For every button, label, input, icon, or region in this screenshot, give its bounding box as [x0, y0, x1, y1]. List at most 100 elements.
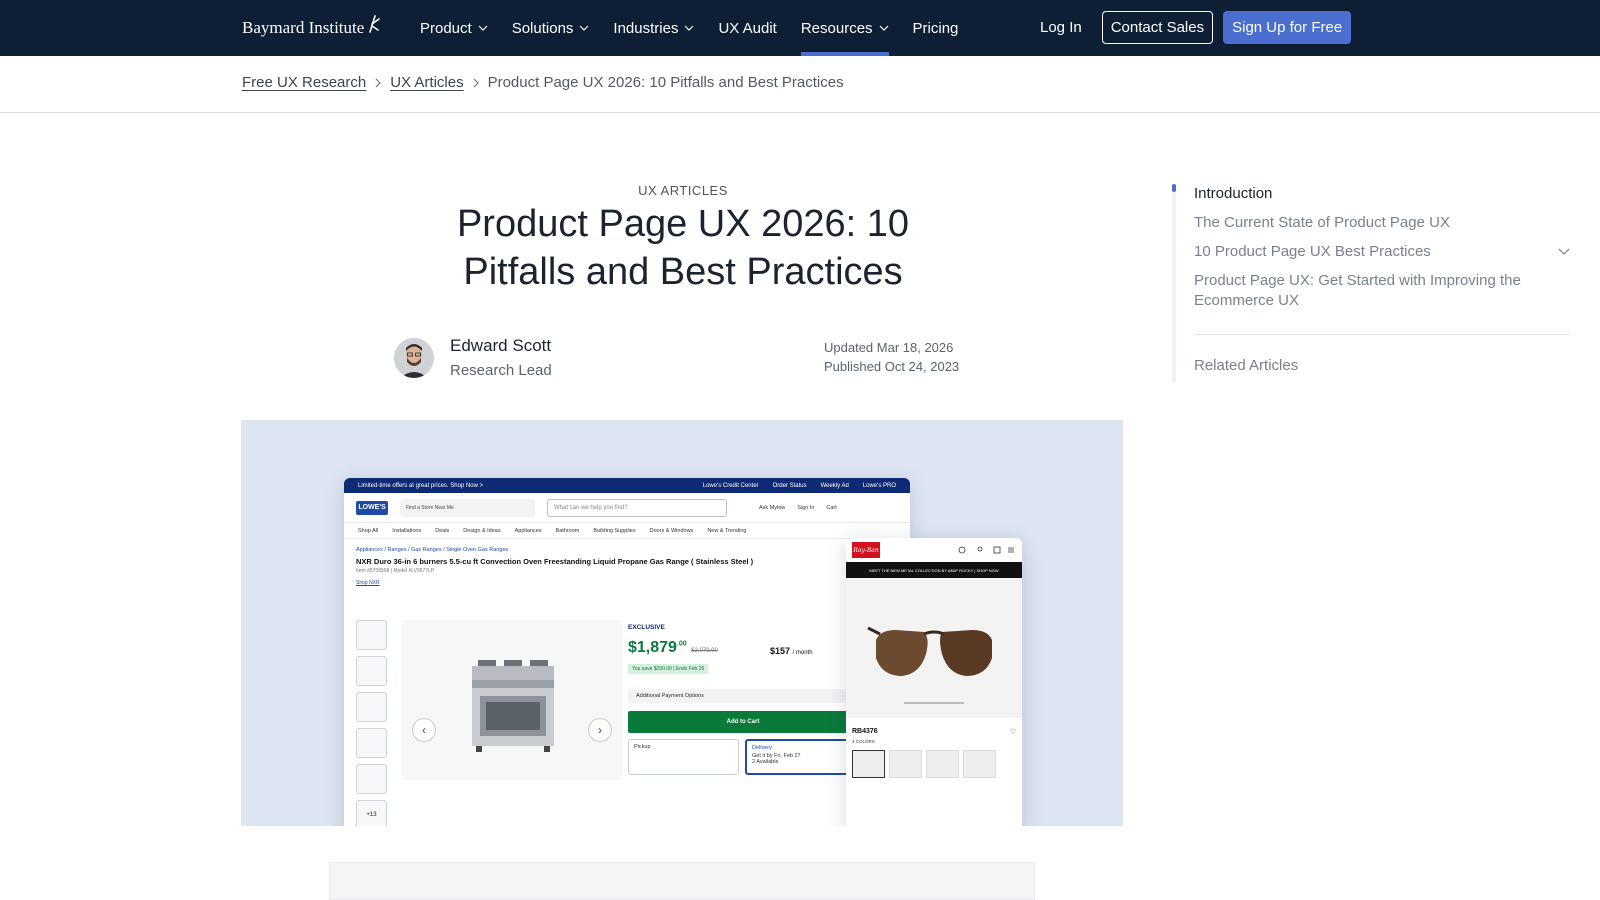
announcement-bar: Limited-time offers at great prices. Sho…: [344, 478, 910, 493]
heart-icon: ♡: [1009, 729, 1016, 736]
baymard-logo[interactable]: Baymard Institute: [242, 15, 381, 41]
login-link[interactable]: Log In: [1040, 19, 1092, 36]
subnav-item: Bathroom: [555, 527, 580, 534]
chevron-down-icon: [685, 25, 694, 31]
retailer-subnav: Shop All Installations Deals Design & Id…: [344, 523, 910, 539]
subnav-item: Shop All: [358, 527, 379, 534]
nav-pricing-label: Pricing: [912, 19, 959, 37]
price-cents: .00: [676, 640, 687, 648]
chevron-down-icon: [879, 25, 888, 31]
mobile-header-icons: [958, 546, 1014, 554]
retailer-product-meta: Item #5709568 | Model #LV3677LP: [356, 568, 435, 574]
breadcrumb-bar: Free UX Research UX Articles Product Pag…: [0, 56, 1600, 113]
more-thumbnails: +13: [356, 800, 387, 826]
nav-resources-label: Resources: [800, 19, 873, 37]
color-swatches: [846, 744, 1022, 784]
chevron-down-icon: [478, 25, 488, 31]
monthly-value: $157: [770, 646, 791, 656]
table-of-contents: Introduction The Current State of Produc…: [1194, 184, 1570, 320]
breadcrumb-link-ux-articles[interactable]: UX Articles: [390, 74, 463, 91]
title-line-1: Product Page UX 2026: 10: [456, 203, 910, 245]
toc-item-get-started[interactable]: Product Page UX: Get Started with Improv…: [1194, 271, 1570, 311]
main-nav: Product Solutions Industries UX Audit Re…: [408, 0, 970, 56]
breadcrumb-link-free-ux-research[interactable]: Free UX Research: [242, 74, 366, 91]
mobile-product-page-screenshot: Ray-Ban MEET THE NEW METAL COLLECTION BY…: [846, 538, 1022, 826]
chevron-right-icon: [375, 78, 382, 87]
delivery-availability: 2 Available: [752, 759, 779, 765]
gallery-prev-icon: ‹: [412, 718, 436, 742]
header-actions: Log In Contact Sales Sign Up for Free: [1040, 11, 1352, 44]
color-swatch: [963, 750, 996, 778]
nav-pricing[interactable]: Pricing: [901, 0, 971, 56]
toc-progress-indicator: [1172, 184, 1176, 192]
delivery-option: Delivery Get it by Fri, Feb 27 2 Availab…: [745, 739, 858, 775]
author-name[interactable]: Edward Scott: [450, 336, 552, 356]
toc-item-current-state[interactable]: The Current State of Product Page UX: [1194, 213, 1570, 233]
payment-options: Additional Payment Options: [628, 689, 858, 703]
author-role: Research Lead: [450, 362, 552, 379]
rayban-logo: Ray-Ban: [852, 542, 880, 558]
updated-date: Updated Mar 18, 2026: [824, 340, 954, 355]
retailer-product-name: NXR Duro 36-in 6 burners 5.5-cu ft Conve…: [356, 557, 754, 566]
toc-related-articles[interactable]: Related Articles: [1194, 357, 1298, 374]
nav-solutions[interactable]: Solutions: [500, 0, 602, 56]
nav-ux-audit-label: UX Audit: [718, 19, 777, 37]
signup-button[interactable]: Sign Up for Free: [1223, 11, 1352, 44]
toc-item-introduction[interactable]: Introduction: [1194, 184, 1570, 204]
retailer-shop-link: Shop NXR: [356, 580, 380, 586]
retailer-header: LOWE'S Find a Store Near Me What can we …: [344, 493, 910, 523]
announcement-text: Limited-time offers at great prices. Sho…: [358, 482, 484, 489]
content-block-preview: [329, 862, 1035, 900]
breadcrumb: Free UX Research UX Articles Product Pag…: [242, 74, 844, 91]
monthly-unit: / month: [792, 650, 813, 656]
subnav-item: Appliances: [514, 527, 542, 534]
author-block[interactable]: Edward Scott Research Lead: [394, 336, 552, 379]
price-value: $1,879: [628, 639, 677, 656]
article-dates: Updated Mar 18, 2026 Published Oct 24, 2…: [824, 338, 959, 376]
retailer-link: Sign In: [797, 504, 815, 511]
retailer-link: Cart: [826, 504, 837, 511]
product-sku: RB4376 ♡: [846, 718, 1022, 739]
top-navigation-bar: Baymard Institute Product Solutions Indu…: [0, 0, 1600, 56]
sku-text: RB4376: [852, 728, 878, 735]
toc-item-best-practices[interactable]: 10 Product Page UX Best Practices: [1194, 242, 1570, 262]
breadcrumb-current: Product Page UX 2026: 10 Pitfalls and Be…: [487, 74, 844, 91]
toc-item-best-practices-label: 10 Product Page UX Best Practices: [1194, 243, 1431, 260]
page-title: Product Page UX 2026: 10 Pitfalls and Be…: [242, 200, 1124, 296]
nav-product-label: Product: [420, 19, 472, 37]
toc-divider: [1194, 334, 1570, 335]
nav-product[interactable]: Product: [408, 0, 500, 56]
hero-image: Limited-time offers at great prices. Sho…: [241, 420, 1123, 826]
mobile-header: Ray-Ban: [846, 538, 1022, 562]
nav-resources[interactable]: Resources: [789, 0, 901, 56]
announcement-link: Order Status: [772, 482, 807, 489]
published-date: Published Oct 24, 2023: [824, 359, 960, 374]
thumbnail: [356, 656, 387, 686]
sunglasses-icon: [867, 626, 992, 704]
exclusive-label: EXCLUSIVE: [628, 624, 665, 631]
contact-sales-button[interactable]: Contact Sales: [1101, 11, 1214, 44]
retailer-breadcrumb: Appliances / Ranges / Gas Ranges / Singl…: [356, 547, 509, 553]
color-swatch: [926, 750, 959, 778]
subnav-item: Doors & Windows: [649, 527, 694, 534]
nav-ux-audit[interactable]: UX Audit: [706, 0, 788, 56]
subnav-item: Building Supplies: [593, 527, 636, 534]
title-line-2: Pitfalls and Best Practices: [463, 251, 903, 293]
chevron-down-icon[interactable]: [1558, 247, 1570, 257]
thumbnail: [356, 692, 387, 722]
gallery-next-icon: ›: [588, 718, 612, 742]
article-category[interactable]: UX ARTICLES: [242, 183, 1124, 198]
subnav-item: Design & Ideas: [463, 527, 501, 534]
color-swatch: [889, 750, 922, 778]
thumbnail-strip: +13: [356, 620, 387, 826]
chevron-down-icon: [579, 25, 589, 31]
nav-industries-label: Industries: [613, 19, 679, 37]
chevron-right-icon: [473, 78, 479, 87]
price-was: $2,079.00: [691, 648, 718, 654]
monthly-price: $157 / month: [770, 646, 813, 656]
product-price: $1,879.00 $2,079.00: [628, 639, 858, 657]
nav-industries[interactable]: Industries: [601, 0, 706, 56]
subnav-item: Installations: [392, 527, 422, 534]
range-stove-image: [472, 660, 554, 752]
desktop-product-page-screenshot: Limited-time offers at great prices. Sho…: [344, 478, 910, 826]
